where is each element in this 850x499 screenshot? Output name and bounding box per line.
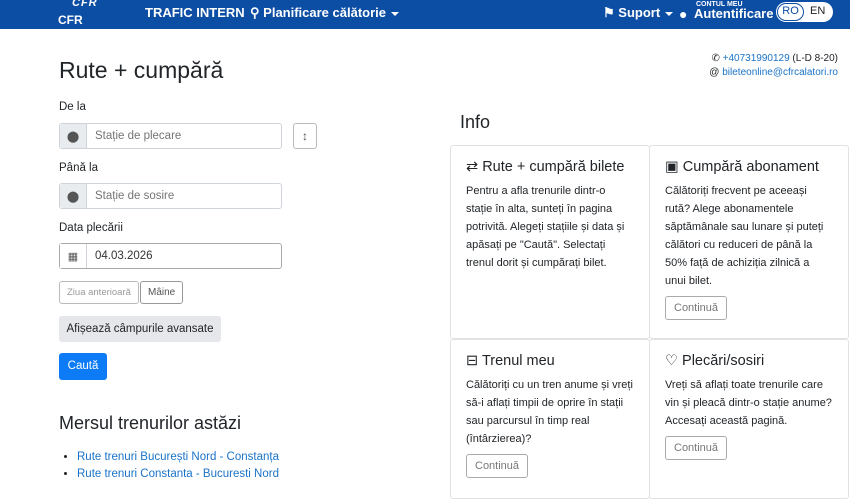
- page-title: Rute + cumpără: [59, 57, 224, 83]
- map-pin-icon: ♡: [665, 353, 678, 369]
- user-icon: ●: [679, 6, 688, 22]
- today-routes-list: Rute trenuri București Nord - Constanța …: [77, 449, 279, 483]
- top-navbar: CFR CFR Călători TRAFIC INTERN ⚲ Planific…: [0, 0, 850, 41]
- nav-trafic-intern[interactable]: TRAFIC INTERN: [145, 5, 245, 20]
- continue-button[interactable]: Continuă: [665, 436, 728, 460]
- calendar-icon: ▦: [60, 244, 87, 268]
- map-marker-icon: ⬤: [60, 184, 87, 208]
- to-label: Până la: [59, 162, 99, 174]
- continue-button[interactable]: Continuă: [665, 296, 728, 320]
- phone-link[interactable]: +40731990129: [723, 53, 790, 64]
- route-link[interactable]: Rute trenuri București Nord - Constanța: [77, 451, 279, 463]
- caret-down-icon: [665, 11, 674, 16]
- info-title: Info: [460, 112, 491, 132]
- nav-planificare[interactable]: ⚲ Planificare călătorie: [250, 5, 399, 21]
- search-button[interactable]: Caută: [59, 353, 107, 380]
- train-icon: ⊟: [466, 353, 479, 369]
- route-link[interactable]: Rute trenuri Constanta - Bucuresti Nord: [77, 468, 279, 480]
- from-input[interactable]: [87, 124, 281, 148]
- date-label: Data plecării: [59, 222, 123, 234]
- language-toggle[interactable]: RO EN: [776, 2, 833, 22]
- to-field[interactable]: ⬤: [59, 183, 282, 209]
- contact-info: ✆ +40731990129 (L-D 8-20) @ bileteonline…: [709, 53, 838, 78]
- calendar-icon: ▣: [665, 159, 679, 175]
- at-icon: @: [709, 67, 720, 78]
- email-link[interactable]: bileteonline@cfrcalatori.ro: [722, 67, 838, 78]
- phone-icon: ✆: [711, 53, 720, 64]
- search-icon: ⚲: [250, 5, 260, 20]
- advanced-fields-button[interactable]: Afișează câmpurile avansate: [59, 316, 221, 342]
- date-field[interactable]: ▦: [59, 243, 282, 269]
- lang-ro[interactable]: RO: [777, 3, 804, 21]
- date-input[interactable]: [87, 244, 281, 268]
- arrows-exchange-icon: ⇄: [466, 159, 479, 175]
- nav-suport[interactable]: ⚑ Suport: [603, 5, 674, 21]
- login-link[interactable]: CONTUL MEU Autentificare: [694, 1, 773, 21]
- cfr-logo[interactable]: CFR CFR Călători: [58, 0, 128, 41]
- prev-day-button[interactable]: Ziua anterioară: [59, 281, 139, 304]
- from-field[interactable]: ⬤: [59, 123, 282, 149]
- card-abonament: ▣ Cumpără abonament Călătoriți frecvent …: [649, 145, 849, 339]
- caret-down-icon: [391, 11, 399, 16]
- from-label: De la: [59, 101, 86, 113]
- swap-stations-button[interactable]: ↕: [293, 123, 317, 149]
- today-title: Mersul trenurilor astăzi: [59, 413, 242, 433]
- to-input[interactable]: [87, 184, 281, 208]
- tomorrow-button[interactable]: Mâine: [140, 281, 184, 304]
- card-plecari-sosiri: ♡ Plecări/sosiri Vreți să aflați toate t…: [649, 339, 849, 499]
- card-rute: ⇄ Rute + cumpără bilete Pentru a afla tr…: [450, 145, 650, 339]
- map-marker-icon: ⬤: [60, 124, 87, 148]
- continue-button[interactable]: Continuă: [466, 454, 529, 478]
- lang-en[interactable]: EN: [810, 5, 825, 17]
- card-trenul-meu: ⊟ Trenul meu Călătoriți cu un tren anume…: [450, 339, 650, 499]
- flag-icon: ⚑: [603, 5, 615, 20]
